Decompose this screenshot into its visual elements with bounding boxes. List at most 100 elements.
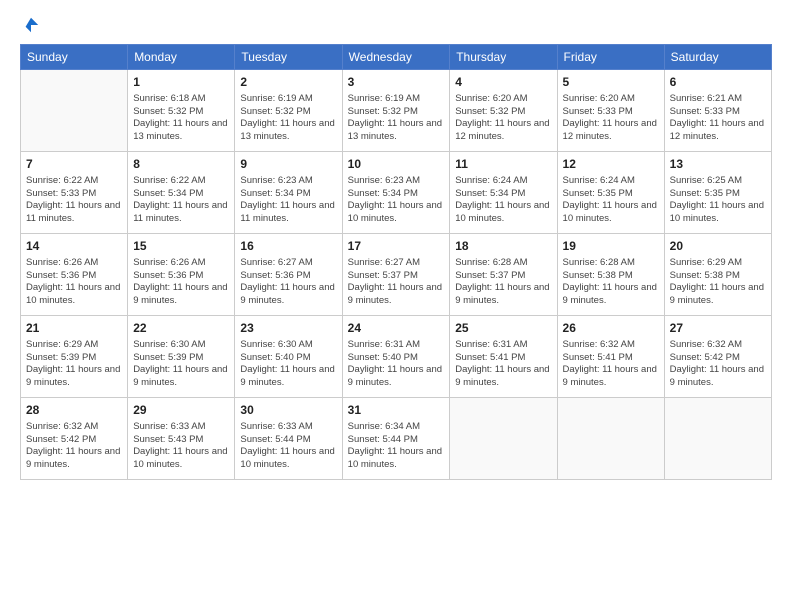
day-info: Sunrise: 6:24 AMSunset: 5:35 PMDaylight:… (563, 175, 659, 226)
day-info: Sunrise: 6:20 AMSunset: 5:32 PMDaylight:… (455, 93, 551, 144)
week-row-5: 28Sunrise: 6:32 AMSunset: 5:42 PMDayligh… (21, 398, 772, 480)
day-number: 24 (348, 320, 445, 337)
logo-icon (22, 16, 40, 34)
day-number: 5 (563, 74, 659, 91)
day-cell: 11 Sunrise: 6:24 AMSunset: 5:34 PMDayligh… (450, 152, 557, 234)
column-header-monday: Monday (128, 45, 235, 70)
header (20, 16, 772, 34)
day-info: Sunrise: 6:25 AMSunset: 5:35 PMDaylight:… (670, 175, 766, 226)
day-number: 20 (670, 238, 766, 255)
day-number: 12 (563, 156, 659, 173)
day-cell: 25Sunrise: 6:31 AMSunset: 5:41 PMDayligh… (450, 316, 557, 398)
day-number: 16 (240, 238, 336, 255)
day-number: 31 (348, 402, 445, 419)
day-info: Sunrise: 6:26 AMSunset: 5:36 PMDaylight:… (26, 257, 122, 308)
day-info: Sunrise: 6:32 AMSunset: 5:41 PMDaylight:… (563, 339, 659, 390)
day-cell: 13 Sunrise: 6:25 AMSunset: 5:35 PMDayligh… (664, 152, 771, 234)
day-info: Sunrise: 6:33 AMSunset: 5:44 PMDaylight:… (240, 421, 336, 472)
day-info: Sunrise: 6:27 AMSunset: 5:36 PMDaylight:… (240, 257, 336, 308)
column-header-saturday: Saturday (664, 45, 771, 70)
day-number: 13 (670, 156, 766, 173)
day-cell: 17Sunrise: 6:27 AMSunset: 5:37 PMDayligh… (342, 234, 450, 316)
day-cell: 23 Sunrise: 6:30 AMSunset: 5:40 PMDayligh… (235, 316, 342, 398)
column-header-wednesday: Wednesday (342, 45, 450, 70)
day-number: 29 (133, 402, 229, 419)
column-header-friday: Friday (557, 45, 664, 70)
calendar-table: SundayMondayTuesdayWednesdayThursdayFrid… (20, 44, 772, 480)
day-info: Sunrise: 6:29 AMSunset: 5:39 PMDaylight:… (26, 339, 122, 390)
day-cell: 21 Sunrise: 6:29 AMSunset: 5:39 PMDayligh… (21, 316, 128, 398)
day-info: Sunrise: 6:32 AMSunset: 5:42 PMDaylight:… (26, 421, 122, 472)
day-number: 8 (133, 156, 229, 173)
day-info: Sunrise: 6:22 AMSunset: 5:34 PMDaylight:… (133, 175, 229, 226)
day-info: Sunrise: 6:19 AMSunset: 5:32 PMDaylight:… (348, 93, 445, 144)
day-cell: 27 Sunrise: 6:32 AMSunset: 5:42 PMDayligh… (664, 316, 771, 398)
day-cell: 14 Sunrise: 6:26 AMSunset: 5:36 PMDayligh… (21, 234, 128, 316)
day-cell: 5 Sunrise: 6:20 AMSunset: 5:33 PMDaylight… (557, 70, 664, 152)
column-header-thursday: Thursday (450, 45, 557, 70)
day-number: 4 (455, 74, 551, 91)
day-number: 2 (240, 74, 336, 91)
day-cell (557, 398, 664, 480)
day-cell: 1 Sunrise: 6:18 AMSunset: 5:32 PMDaylight… (128, 70, 235, 152)
day-number: 21 (26, 320, 122, 337)
day-info: Sunrise: 6:30 AMSunset: 5:39 PMDaylight:… (133, 339, 229, 390)
column-header-sunday: Sunday (21, 45, 128, 70)
day-info: Sunrise: 6:28 AMSunset: 5:38 PMDaylight:… (563, 257, 659, 308)
day-cell: 4 Sunrise: 6:20 AMSunset: 5:32 PMDaylight… (450, 70, 557, 152)
day-number: 11 (455, 156, 551, 173)
day-cell: 2Sunrise: 6:19 AMSunset: 5:32 PMDaylight… (235, 70, 342, 152)
day-info: Sunrise: 6:29 AMSunset: 5:38 PMDaylight:… (670, 257, 766, 308)
day-cell: 29Sunrise: 6:33 AMSunset: 5:43 PMDayligh… (128, 398, 235, 480)
day-cell: 20 Sunrise: 6:29 AMSunset: 5:38 PMDayligh… (664, 234, 771, 316)
day-cell: 18 Sunrise: 6:28 AMSunset: 5:37 PMDayligh… (450, 234, 557, 316)
day-cell: 30Sunrise: 6:33 AMSunset: 5:44 PMDayligh… (235, 398, 342, 480)
day-cell: 22Sunrise: 6:30 AMSunset: 5:39 PMDayligh… (128, 316, 235, 398)
day-cell: 15 Sunrise: 6:26 AMSunset: 5:36 PMDayligh… (128, 234, 235, 316)
day-number: 6 (670, 74, 766, 91)
day-cell: 6 Sunrise: 6:21 AMSunset: 5:33 PMDaylight… (664, 70, 771, 152)
day-cell (21, 70, 128, 152)
day-cell (450, 398, 557, 480)
day-cell: 7 Sunrise: 6:22 AMSunset: 5:33 PMDaylight… (21, 152, 128, 234)
day-number: 9 (240, 156, 336, 173)
day-info: Sunrise: 6:26 AMSunset: 5:36 PMDaylight:… (133, 257, 229, 308)
day-info: Sunrise: 6:22 AMSunset: 5:33 PMDaylight:… (26, 175, 122, 226)
day-number: 27 (670, 320, 766, 337)
day-cell: 19 Sunrise: 6:28 AMSunset: 5:38 PMDayligh… (557, 234, 664, 316)
day-info: Sunrise: 6:18 AMSunset: 5:32 PMDaylight:… (133, 93, 229, 144)
day-number: 10 (348, 156, 445, 173)
logo (20, 16, 40, 34)
day-info: Sunrise: 6:34 AMSunset: 5:44 PMDaylight:… (348, 421, 445, 472)
day-number: 3 (348, 74, 445, 91)
day-info: Sunrise: 6:30 AMSunset: 5:40 PMDaylight:… (240, 339, 336, 390)
day-info: Sunrise: 6:20 AMSunset: 5:33 PMDaylight:… (563, 93, 659, 144)
day-number: 15 (133, 238, 229, 255)
day-cell: 10 Sunrise: 6:23 AMSunset: 5:34 PMDayligh… (342, 152, 450, 234)
day-number: 7 (26, 156, 122, 173)
day-info: Sunrise: 6:27 AMSunset: 5:37 PMDaylight:… (348, 257, 445, 308)
week-row-4: 21 Sunrise: 6:29 AMSunset: 5:39 PMDayligh… (21, 316, 772, 398)
calendar-header-row: SundayMondayTuesdayWednesdayThursdayFrid… (21, 45, 772, 70)
day-number: 14 (26, 238, 122, 255)
day-number: 23 (240, 320, 336, 337)
day-info: Sunrise: 6:28 AMSunset: 5:37 PMDaylight:… (455, 257, 551, 308)
calendar-page: SundayMondayTuesdayWednesdayThursdayFrid… (0, 0, 792, 612)
day-info: Sunrise: 6:21 AMSunset: 5:33 PMDaylight:… (670, 93, 766, 144)
day-cell: 8 Sunrise: 6:22 AMSunset: 5:34 PMDaylight… (128, 152, 235, 234)
day-cell (664, 398, 771, 480)
week-row-3: 14 Sunrise: 6:26 AMSunset: 5:36 PMDayligh… (21, 234, 772, 316)
day-number: 19 (563, 238, 659, 255)
week-row-1: 1 Sunrise: 6:18 AMSunset: 5:32 PMDaylight… (21, 70, 772, 152)
day-cell: 28Sunrise: 6:32 AMSunset: 5:42 PMDayligh… (21, 398, 128, 480)
day-info: Sunrise: 6:24 AMSunset: 5:34 PMDaylight:… (455, 175, 551, 226)
day-info: Sunrise: 6:31 AMSunset: 5:40 PMDaylight:… (348, 339, 445, 390)
day-cell: 3 Sunrise: 6:19 AMSunset: 5:32 PMDaylight… (342, 70, 450, 152)
day-cell: 31 Sunrise: 6:34 AMSunset: 5:44 PMDayligh… (342, 398, 450, 480)
day-number: 25 (455, 320, 551, 337)
day-number: 18 (455, 238, 551, 255)
day-info: Sunrise: 6:32 AMSunset: 5:42 PMDaylight:… (670, 339, 766, 390)
day-number: 1 (133, 74, 229, 91)
day-info: Sunrise: 6:23 AMSunset: 5:34 PMDaylight:… (348, 175, 445, 226)
column-header-tuesday: Tuesday (235, 45, 342, 70)
